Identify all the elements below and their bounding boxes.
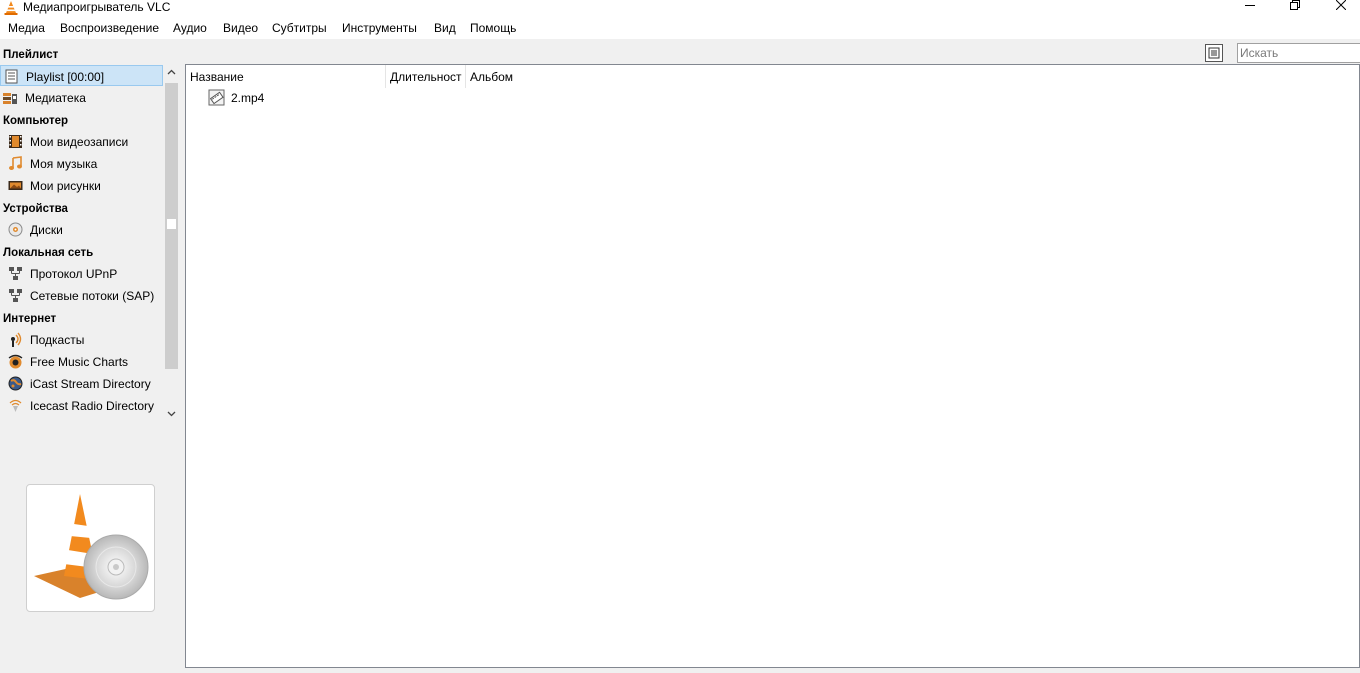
window-title: Медиапроигрыватель VLC [23, 0, 171, 14]
sidebar-item-videos[interactable]: Мои видеозаписи [0, 131, 163, 153]
sidebar-item-label: Free Music Charts [30, 355, 129, 369]
network-icon [9, 289, 22, 302]
column-header-label: Альбом [470, 70, 514, 84]
sidebar-item-icecast[interactable]: Icecast Radio Directory [0, 395, 163, 417]
scroll-up-icon[interactable] [167, 69, 176, 75]
sidebar-item-discs[interactable]: Диски [0, 219, 163, 241]
playlist-table[interactable]: Название Длительност Альбом 2.mp4 [185, 64, 1360, 668]
row-title: 2.mp4 [231, 91, 265, 105]
menu-subtitles[interactable]: Субтитры [272, 20, 327, 36]
minimize-button[interactable] [1227, 0, 1273, 17]
sidebar-item-upnp[interactable]: Протокол UPnP [0, 263, 163, 285]
podcast-icon [11, 332, 22, 347]
sidebar-item-label: Диски [30, 223, 63, 237]
section-lan: Локальная сеть [0, 242, 163, 264]
title-bar: Медиапроигрыватель VLC [0, 0, 1360, 17]
sidebar-item-library[interactable]: Медиатека [0, 87, 163, 109]
sidebar-item-music[interactable]: Моя музыка [0, 153, 163, 175]
menu-bar: Медиа Воспроизведение Аудио Видео Субтит… [0, 17, 1360, 39]
column-header-label: Название [190, 70, 244, 84]
section-computer: Компьютер [0, 110, 163, 132]
vlc-logo-disc-icon [34, 494, 149, 600]
restore-icon [1290, 0, 1300, 10]
sidebar-item-podcasts[interactable]: Подкасты [0, 329, 163, 351]
sidebar-item-sap[interactable]: Сетевые потоки (SAP) [0, 285, 163, 307]
sidebar-item-label: Моя музыка [30, 157, 98, 171]
library-icon [3, 93, 17, 104]
sidebar-item-label: Подкасты [30, 333, 85, 347]
section-label: Устройства [3, 203, 68, 215]
album-art [26, 484, 155, 612]
search-input[interactable] [1237, 43, 1360, 63]
globe-icon [8, 376, 23, 391]
menu-view[interactable]: Вид [434, 20, 456, 36]
section-internet: Интернет [0, 308, 163, 330]
section-playlist: Плейлист [0, 44, 163, 66]
network-icon [9, 267, 22, 280]
sidebar-item-label: Мои видеозаписи [30, 135, 129, 149]
menu-video[interactable]: Видео [223, 20, 258, 36]
maximize-button[interactable] [1272, 0, 1318, 17]
playlist-view-button[interactable] [1205, 44, 1223, 62]
playlist-icon [5, 69, 18, 84]
menu-playback[interactable]: Воспроизведение [60, 20, 159, 36]
sidebar-item-label: Playlist [00:00] [26, 70, 105, 84]
table-row[interactable]: 2.mp4 [186, 88, 1359, 108]
section-label: Плейлист [3, 49, 59, 61]
free-music-icon [8, 354, 23, 369]
sidebar-scrollbar[interactable] [163, 65, 180, 425]
sidebar-item-label: Медиатека [25, 91, 86, 105]
column-header-title[interactable]: Название [186, 65, 386, 88]
sidebar-item-label: iCast Stream Directory [30, 377, 151, 391]
sidebar-item-pictures[interactable]: Мои рисунки [0, 175, 163, 197]
section-devices: Устройства [0, 198, 163, 220]
section-label: Локальная сеть [3, 247, 94, 259]
sidebar-item-label: Протокол UPnP [30, 267, 118, 281]
sidebar-tree: Плейлист Playlist [00:00] Медиатека Комп… [0, 42, 163, 424]
menu-audio[interactable]: Аудио [173, 20, 207, 36]
sidebar: Плейлист Playlist [00:00] Медиатека Комп… [0, 39, 181, 673]
sidebar-item-label: Мои рисунки [30, 179, 101, 193]
close-icon [1336, 0, 1346, 10]
disc-icon [8, 222, 23, 237]
column-header-label: Длительност [390, 70, 462, 84]
menu-media[interactable]: Медиа [8, 20, 45, 36]
sidebar-item-label: Icecast Radio Directory [30, 399, 155, 413]
media-file-icon [208, 89, 225, 106]
sidebar-item-icast[interactable]: iCast Stream Directory [0, 373, 163, 395]
column-header-duration[interactable]: Длительност [386, 65, 466, 88]
music-note-icon [9, 156, 22, 170]
close-button[interactable] [1318, 0, 1360, 17]
film-icon [9, 135, 22, 148]
minimize-icon [1245, 5, 1255, 6]
list-view-icon [1208, 47, 1220, 59]
sidebar-item-playlist[interactable]: Playlist [00:00] [0, 65, 163, 86]
column-header-album[interactable]: Альбом [466, 65, 586, 88]
section-label: Компьютер [3, 115, 69, 127]
scrollbar-notch [167, 219, 176, 229]
picture-icon [8, 181, 23, 190]
sidebar-item-free-music[interactable]: Free Music Charts [0, 351, 163, 373]
icecast-icon [9, 399, 22, 412]
vlc-cone-icon [4, 1, 18, 15]
menu-help[interactable]: Помощь [470, 20, 516, 36]
scroll-down-icon[interactable] [167, 411, 176, 417]
menu-tools[interactable]: Инструменты [342, 20, 417, 36]
section-label: Интернет [3, 313, 57, 325]
sidebar-item-label: Сетевые потоки (SAP) [30, 289, 155, 303]
